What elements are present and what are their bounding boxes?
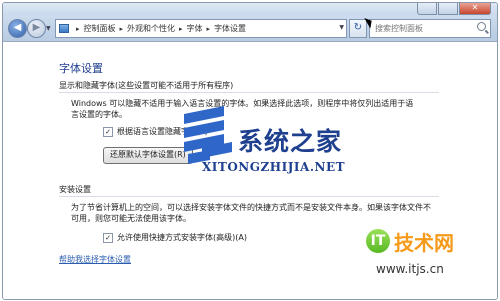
section-description: Windows 可以隐藏不适用于输入语言设置的字体。如果选择此选项，则程序中将仅… [71,99,414,119]
watermark-title: 系统之家 [238,127,343,156]
section-divider [59,92,439,93]
maximize-button[interactable] [438,3,458,15]
recent-pages-dropdown-icon[interactable]: ▼ [46,25,51,32]
address-dropdown-icon[interactable]: ▼ [339,20,344,36]
refresh-button[interactable]: ↻ [349,19,367,38]
section-description: 为了节省计算机上的空间，可以选择安装字体文件的快捷方式而不是安装文件本身。如果该… [71,203,431,223]
itjs-logo-icon: IT [366,229,390,253]
close-button[interactable]: ✕ [459,3,491,15]
breadcrumb-font-settings[interactable]: 字体设置 [214,23,246,34]
back-button[interactable]: ◀ [8,19,27,38]
navigation-bar: ◀ ▶ ▼ ▸ 控制面板 ▸ 外观和个性化 ▸ 字体 ▸ 字体设置 ▼ ↻ [3,15,497,42]
breadcrumb-separator-icon[interactable]: ▸ [76,25,80,33]
section-title-show-hide: 显示和隐藏字体(这些设置可能不适用于所有程序) [59,81,234,90]
breadcrumb-appearance[interactable]: 外观和个性化 [127,23,175,34]
allow-shortcut-checkbox[interactable]: ✓ [103,232,113,243]
breadcrumb-separator-icon[interactable]: ▸ [120,25,124,33]
search-input[interactable] [373,20,473,37]
allow-shortcut-checkbox-label[interactable]: 允许使用快捷方式安装字体(高级)(A) [117,232,247,243]
control-panel-icon [59,24,69,33]
section-title-install: 安装设置 [59,185,91,194]
search-icon[interactable] [477,22,486,31]
hide-fonts-checkbox[interactable]: ✓ [103,126,113,137]
breadcrumb-separator-icon[interactable]: ▸ [179,25,183,33]
section-divider [59,196,439,197]
address-bar[interactable]: ▸ 控制面板 ▸ 外观和个性化 ▸ 字体 ▸ 字体设置 ▼ [55,19,347,38]
watermark-itjs-url: www.itjs.cn [376,262,444,276]
title-bar: ✕ [3,3,497,15]
breadcrumb-fonts[interactable]: 字体 [187,23,203,34]
forward-button[interactable]: ▶ [27,19,46,38]
caption-buttons: ✕ [417,3,491,15]
watermark-itjs-title: 技术网 [394,231,454,255]
watermark-subtitle: XITONGZHIJIA.NET [202,160,346,174]
breadcrumb-separator-icon[interactable]: ▸ [207,25,211,33]
minimize-button[interactable] [417,3,437,15]
page-title: 字体设置 [59,62,103,75]
search-box[interactable] [369,19,491,38]
help-link[interactable]: 帮助我选择字体设置 [59,254,131,265]
allow-shortcut-checkbox-row[interactable]: ✓ 允许使用快捷方式安装字体(高级)(A) [103,232,247,243]
breadcrumb-control-panel[interactable]: 控制面板 [84,23,116,34]
